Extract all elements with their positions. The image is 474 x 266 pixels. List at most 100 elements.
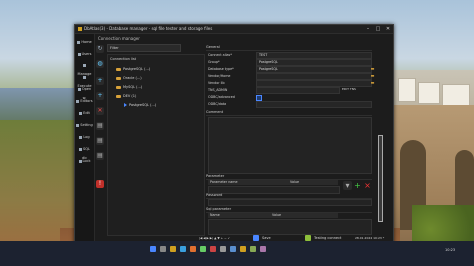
tns-admin-input[interactable]	[256, 87, 340, 94]
minimize-button[interactable]: –	[363, 25, 373, 33]
app-window: DbAtlas(3) - Database manager - sql file…	[74, 24, 394, 245]
tree-node[interactable]: Oracle (...)	[116, 75, 142, 81]
nav-item-log[interactable]: Log	[76, 133, 93, 142]
home-icon	[77, 40, 81, 44]
tree-node[interactable]: PostgreSQL (...)	[124, 102, 156, 108]
alias-input[interactable]: TEST	[256, 52, 372, 59]
left-navigation: Home Users Manage Execute Open w. Editor…	[75, 34, 95, 244]
app-icon[interactable]	[250, 246, 256, 252]
field-label: Connect alias*	[208, 53, 232, 57]
add-icon[interactable]: +	[96, 77, 104, 85]
folder-icon	[116, 76, 121, 80]
nav-item-home[interactable]: Home	[76, 38, 93, 47]
window-title: DbAtlas(3) - Database manager - sql file…	[84, 26, 213, 31]
folder-icon[interactable]: ▬	[370, 80, 375, 85]
nav-item-manage[interactable]: Manage	[76, 61, 93, 76]
doc-icon[interactable]: ▤	[96, 152, 104, 160]
add-parameter-button[interactable]: +	[353, 181, 362, 190]
nav-item-editors[interactable]: Editors	[76, 97, 93, 106]
folder-icon[interactable]: ▬	[370, 66, 375, 71]
column-header: Value	[290, 180, 300, 184]
sql-icon	[79, 147, 83, 151]
app-icon[interactable]	[230, 246, 236, 252]
app-logo-icon	[78, 27, 82, 31]
page-title: Connection manager	[98, 36, 140, 41]
app-icon[interactable]	[190, 246, 196, 252]
add-icon[interactable]: +	[96, 92, 104, 100]
error-icon[interactable]: !	[96, 180, 104, 188]
doc-icon[interactable]: ▤	[96, 137, 104, 145]
edit-icon	[79, 111, 83, 115]
nav-item-sql-dic[interactable]: SQL dic	[76, 145, 93, 160]
app-icon[interactable]	[210, 246, 216, 252]
taskbar: 10:23	[0, 241, 474, 266]
section-comment: Comment	[206, 110, 372, 116]
open-icon	[77, 87, 81, 91]
sql-parameter-grid-header: Name Value	[208, 213, 338, 218]
odbc-data-input[interactable]	[256, 101, 372, 108]
database-type-select[interactable]: PostgreSQL	[256, 66, 372, 73]
app-icon[interactable]	[170, 246, 176, 252]
app-icon[interactable]	[240, 246, 246, 252]
refresh-icon[interactable]: ↻	[96, 45, 104, 53]
tree-node[interactable]: DEV (1)	[116, 93, 136, 99]
folder-icon	[116, 67, 121, 71]
column-header: Parameter name	[210, 180, 238, 184]
folder-icon	[116, 94, 121, 98]
filter-input[interactable]: Filter	[107, 44, 181, 52]
nav-item-execute[interactable]: Execute	[76, 73, 93, 88]
nav-item-users[interactable]: Users	[76, 50, 93, 59]
nav-item-open[interactable]: Open w.	[76, 85, 93, 100]
field-label: Vendor lib	[208, 81, 225, 85]
parameter-grid-header: Parameter name Value	[208, 180, 338, 185]
column-header: Value	[272, 213, 282, 217]
group-select[interactable]: PostgreSQL	[256, 59, 372, 66]
sql-parameter-grid[interactable]	[208, 219, 372, 235]
nav-item-lock[interactable]: Lock	[76, 157, 93, 166]
field-label: Vendor/Home	[208, 74, 231, 78]
app-icon[interactable]	[200, 246, 206, 252]
nav-item-edit[interactable]: Edit	[76, 109, 93, 118]
field-label: Group*	[208, 60, 220, 64]
field-label: TNS_ADMIN	[208, 88, 228, 92]
vertical-scrollbar[interactable]	[378, 135, 383, 222]
password-input[interactable]	[208, 199, 372, 206]
comment-textarea[interactable]	[208, 117, 372, 174]
delete-icon[interactable]: ✕	[96, 107, 104, 115]
database-icon	[124, 103, 127, 107]
doc-icon[interactable]: ▤	[96, 122, 104, 130]
editors-icon	[76, 99, 80, 103]
vendor-home-input[interactable]	[256, 73, 372, 80]
users-icon	[77, 52, 81, 56]
execute-icon	[82, 75, 86, 79]
maximize-button[interactable]: □	[373, 25, 383, 33]
tree-node[interactable]: MySQL (...)	[116, 84, 142, 90]
section-general: General	[206, 45, 372, 51]
background-house	[418, 82, 440, 104]
globe-icon[interactable]: ◍	[96, 60, 104, 68]
app-icon[interactable]	[180, 246, 186, 252]
nav-item-setting[interactable]: Setting	[76, 121, 93, 130]
start-icon[interactable]	[150, 246, 156, 252]
folder-icon[interactable]: ▬	[370, 73, 375, 78]
dropdown-button[interactable]: ▾	[343, 181, 352, 190]
title-bar: DbAtlas(3) - Database manager - sql file…	[75, 25, 393, 34]
edit-tns-button[interactable]: EDIT TNS	[342, 87, 356, 92]
properties-panel: General Connect alias* TEST Group* Postg…	[206, 43, 392, 241]
app-icon[interactable]	[220, 246, 226, 252]
app-icon[interactable]	[260, 246, 266, 252]
close-button[interactable]: ✕	[383, 25, 393, 33]
log-icon	[79, 135, 83, 139]
background-house	[398, 78, 416, 102]
field-label: Database type*	[208, 67, 234, 71]
manage-icon	[82, 63, 86, 67]
field-label: ODBC/data	[208, 102, 227, 106]
vendor-lib-input[interactable]	[256, 80, 372, 87]
tree-node[interactable]: PostgreSQL (...)	[116, 66, 150, 72]
search-icon[interactable]	[160, 246, 166, 252]
remove-parameter-button[interactable]: ×	[363, 181, 372, 190]
connection-tree: Connection list PostgreSQL (...) Oracle …	[107, 54, 205, 236]
field-label: ODBC/advanced	[208, 95, 235, 99]
folder-icon	[116, 85, 121, 89]
tree-header: Connection list	[110, 57, 137, 61]
